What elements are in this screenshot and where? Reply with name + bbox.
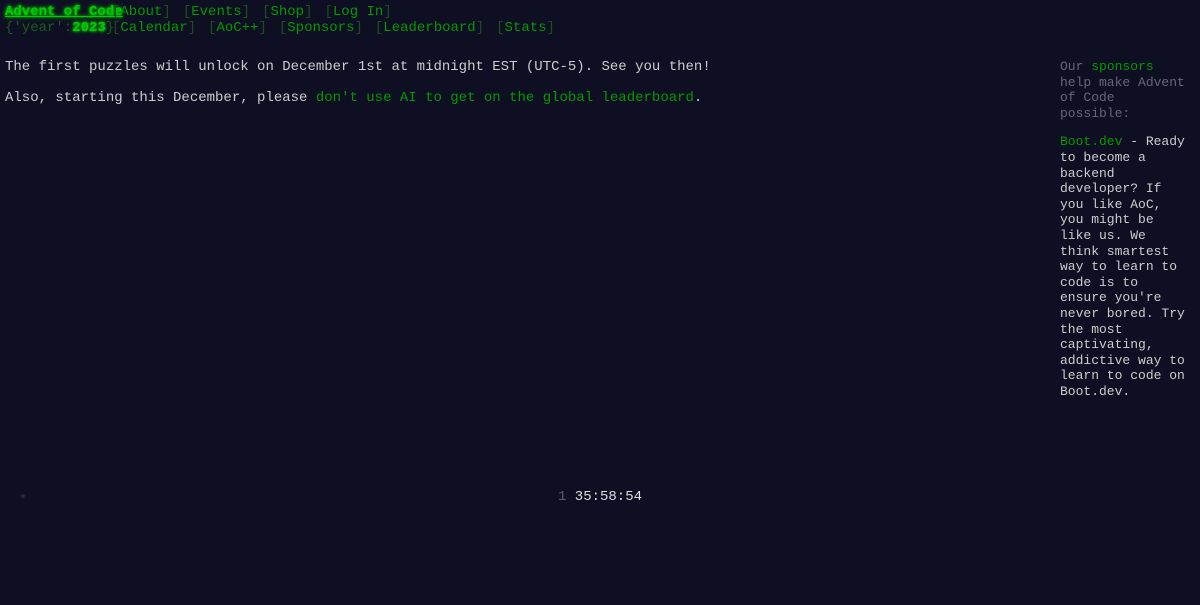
bracket-close: ] <box>383 4 392 20</box>
sponsor-sidebar: Our sponsors help make Advent of Code po… <box>1060 59 1186 399</box>
bracket-open: [ <box>182 4 192 20</box>
main-content: The first puzzles will unlock on Decembe… <box>5 58 1025 120</box>
nav-link-log-in[interactable]: [Log In] <box>324 4 391 20</box>
primary-nav: [About] [Events] [Shop] [Log In] <box>112 4 404 20</box>
countdown-clock: 35:58:54 <box>574 489 643 505</box>
year-indicator: {'year':2023} <box>0 20 114 36</box>
nav-label-stats: Stats <box>504 20 547 36</box>
snowflake-icon: ✶ <box>19 490 27 504</box>
nav-link-leaderboard[interactable]: [Leaderboard] <box>375 20 484 36</box>
announcement-ai-policy: Also, starting this December, please don… <box>5 89 1025 107</box>
nav-label-about: About <box>120 4 163 20</box>
bracket-open: [ <box>496 20 505 36</box>
nav-label-events: Events <box>191 4 242 20</box>
site-header: Advent of Code[About] [Events] [Shop] [Log … <box>0 0 1200 36</box>
bracket-close: ] <box>187 20 197 36</box>
nav-label-calendar: Calendar <box>120 20 188 36</box>
sponsors-link[interactable]: sponsors <box>1091 59 1153 74</box>
ai-policy-text-after: . <box>693 90 703 106</box>
site-logo[interactable]: Advent of Code <box>0 4 123 20</box>
sponsor-intro-after: help make Advent of Code possible: <box>1060 74 1185 121</box>
header-row-secondary: {'year':2023}[Calendar] [AoC++] [Sponsors]… <box>0 20 1200 36</box>
year-prefix: {'year': <box>5 20 73 36</box>
nav-link-about[interactable]: [About] <box>112 4 171 20</box>
bracket-close: ] <box>162 4 171 20</box>
year-value: 2023 <box>72 20 106 36</box>
bracket-close: ] <box>546 20 555 36</box>
nav-link-stats[interactable]: [Stats] <box>496 20 555 36</box>
bracket-close: ] <box>354 20 363 36</box>
countdown-days: 1 <box>557 489 567 505</box>
nav-label-log-in: Log In <box>332 4 384 20</box>
nav-link-aocplusplus[interactable]: [AoC++] <box>208 20 267 36</box>
nav-link-shop[interactable]: [Shop] <box>262 4 312 20</box>
nav-link-calendar[interactable]: [Calendar] <box>112 20 196 36</box>
sponsor-spacer <box>1060 121 1186 134</box>
sponsor-entry: Boot.dev - Ready to become a backend dev… <box>1060 134 1186 399</box>
nav-label-leaderboard: Leaderboard <box>383 20 476 36</box>
nav-link-events[interactable]: [Events] <box>183 4 250 20</box>
nav-label-sponsors: Sponsors <box>287 20 355 36</box>
bracket-close: ] <box>475 20 485 36</box>
bracket-open: [ <box>324 4 333 20</box>
nav-label-aocplusplus: AoC++ <box>216 20 259 36</box>
bracket-close: ] <box>241 4 251 20</box>
countdown-timer: 1 35:58:54 <box>0 488 1200 506</box>
sponsor-intro-before: Our <box>1060 59 1092 74</box>
bracket-open: [ <box>278 20 288 36</box>
ai-policy-text-before: Also, starting this December, please <box>5 90 316 106</box>
nav-label-shop: Shop <box>270 4 305 20</box>
bracket-close: ] <box>304 4 313 20</box>
sponsor-bootdev-link[interactable]: Boot.dev <box>1060 134 1122 149</box>
sponsor-bootdev-description: - Ready to become a backend developer? I… <box>1060 134 1185 399</box>
nav-link-sponsors[interactable]: [Sponsors] <box>279 20 363 36</box>
header-row-primary: Advent of Code[About] [Events] [Shop] [Log … <box>0 4 1200 20</box>
sponsor-intro: Our sponsors help make Advent of Code po… <box>1060 59 1186 121</box>
secondary-nav: [Calendar] [AoC++] [Sponsors] [Leaderboard]… <box>112 20 567 36</box>
announcement-unlock: The first puzzles will unlock on Decembe… <box>5 59 711 75</box>
bracket-close: ] <box>258 20 267 36</box>
ai-policy-link[interactable]: don't use AI to get on the global leader… <box>316 90 694 106</box>
